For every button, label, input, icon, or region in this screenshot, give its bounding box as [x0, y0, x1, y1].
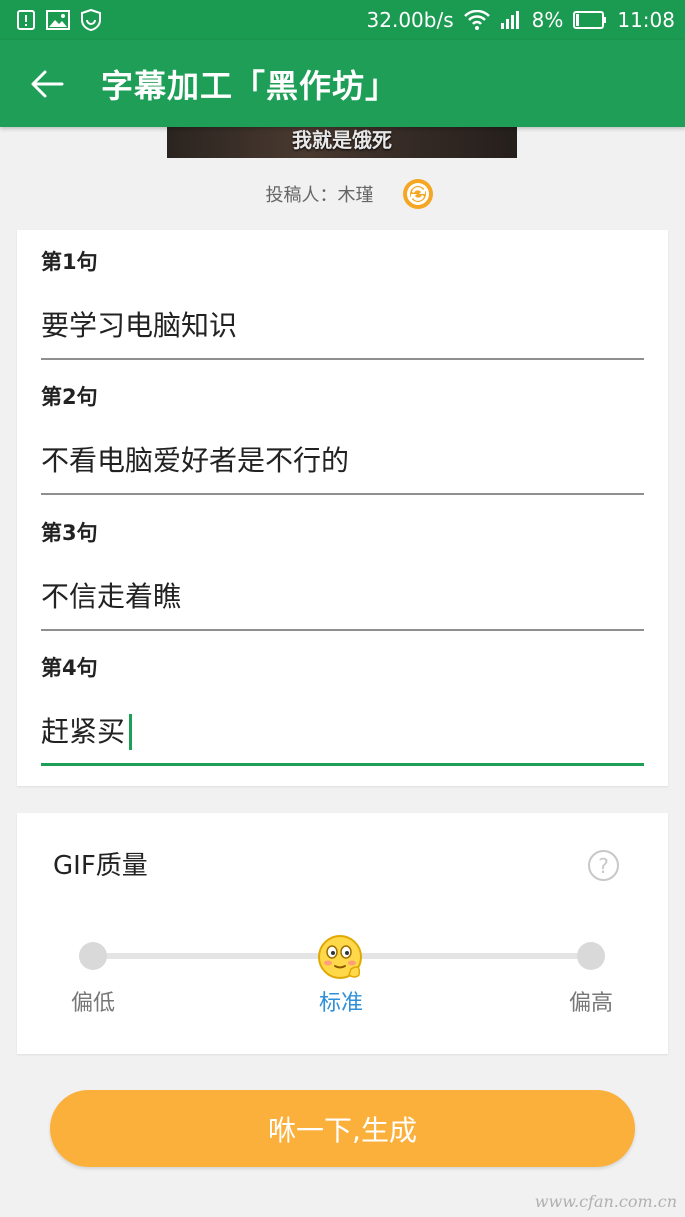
uploader-row: 投稿人：木瑾: [0, 177, 685, 211]
battery-icon: [573, 11, 607, 29]
quality-option-low-dot[interactable]: [79, 942, 107, 970]
quality-option-low[interactable]: 偏低: [53, 985, 133, 1017]
alert-icon: [16, 9, 36, 31]
gif-quality-card: GIF质量 ? 偏低 标准 偏高: [17, 813, 668, 1054]
line-value: 赶紧买: [41, 714, 126, 748]
generate-button[interactable]: 咻一下,生成: [50, 1090, 635, 1167]
line-group-2: 第2句 不看电脑爱好者是不行的: [41, 382, 644, 495]
subtitle-lines-card: 第1句 要学习电脑知识 第2句 不看电脑爱好者是不行的 第3句 不信走着瞧 第4…: [17, 230, 668, 786]
quality-option-high-dot[interactable]: [577, 942, 605, 970]
line-label: 第3句: [41, 521, 98, 545]
help-icon[interactable]: ?: [588, 850, 619, 881]
line-value: 要学习电脑知识: [41, 309, 238, 342]
line-input-1[interactable]: 要学习电脑知识: [41, 304, 644, 360]
quality-option-high[interactable]: 偏高: [551, 985, 631, 1017]
preview-subtitle: 我就是饿死: [292, 128, 392, 152]
status-bar: 32.00b/s 8% 11:08: [0, 0, 685, 40]
status-bar-left: [16, 9, 102, 31]
video-preview[interactable]: 我就是饿死: [167, 127, 517, 158]
line-group-4: 第4句 赶紧买: [41, 653, 644, 766]
line-group-1: 第1句 要学习电脑知识: [41, 247, 644, 360]
line-value: 不信走着瞧: [41, 580, 182, 613]
page-title: 字幕加工「黑作坊」: [101, 66, 399, 105]
clock: 11:08: [617, 8, 675, 32]
app-bar: 字幕加工「黑作坊」: [0, 40, 685, 127]
line-group-3: 第3句 不信走着瞧: [41, 518, 644, 631]
watermark: www.cfan.com.cn: [534, 1192, 677, 1211]
quality-option-standard[interactable]: 标准: [301, 985, 381, 1017]
signal-icon: [500, 10, 522, 30]
refresh-icon[interactable]: [402, 178, 434, 210]
battery-percent: 8%: [531, 8, 564, 32]
line-label: 第4句: [41, 656, 98, 680]
text-caret: [129, 713, 133, 750]
line-input-2[interactable]: 不看电脑爱好者是不行的: [41, 439, 644, 495]
uploader-label: 投稿人：木瑾: [265, 185, 374, 206]
line-input-3[interactable]: 不信走着瞧: [41, 575, 644, 631]
image-icon: [46, 10, 70, 30]
network-speed: 32.00b/s: [366, 8, 454, 32]
wifi-icon: [463, 10, 490, 30]
shield-icon: [80, 9, 102, 31]
quality-title: GIF质量: [53, 851, 148, 881]
status-bar-right: 32.00b/s 8% 11:08: [367, 8, 675, 32]
line-label: 第2句: [41, 385, 98, 409]
line-input-4[interactable]: 赶紧买: [41, 710, 644, 766]
back-arrow-icon: [31, 70, 64, 97]
emoji-thumb-icon[interactable]: [315, 933, 367, 983]
back-button[interactable]: [17, 54, 77, 114]
line-label: 第1句: [41, 250, 98, 274]
line-value: 不看电脑爱好者是不行的: [41, 444, 350, 477]
